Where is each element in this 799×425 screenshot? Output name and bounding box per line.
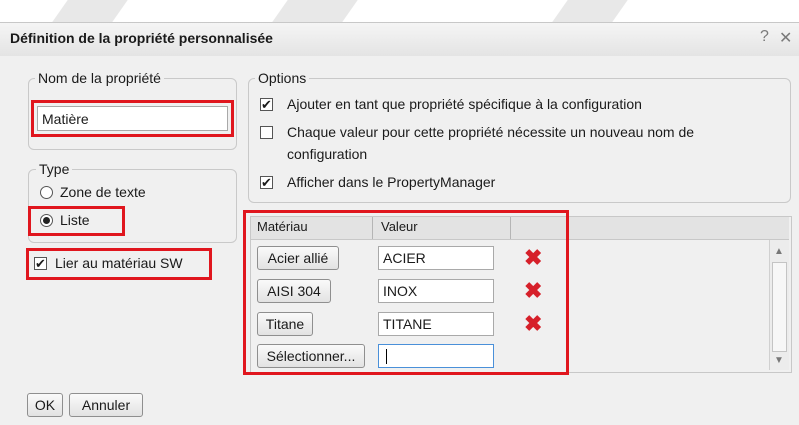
link-material-checkbox[interactable]: ✔ (34, 257, 47, 270)
radio-liste-label: Liste (60, 212, 90, 228)
cancel-button[interactable]: Annuler (69, 393, 143, 417)
option-new-config-label-line2: configuration (287, 146, 368, 162)
background-stripe (552, 0, 628, 22)
option-config-specific-label: Ajouter en tant que propriété spécifique… (287, 96, 642, 112)
scroll-up-icon[interactable]: ▲ (774, 246, 784, 257)
type-group-legend: Type (36, 161, 73, 177)
option-config-specific-checkbox[interactable]: ✔ (260, 98, 273, 111)
background-stripe (272, 0, 358, 22)
options-group-legend: Options (255, 70, 310, 86)
option-new-config-checkbox[interactable] (260, 126, 273, 139)
radio-zone-texte-label: Zone de texte (60, 184, 146, 200)
option-new-config-label: Chaque valeur pour cette propriété néces… (287, 124, 695, 140)
close-icon[interactable]: ✕ (779, 28, 792, 48)
scroll-down-icon[interactable]: ▼ (774, 355, 784, 366)
radio-liste[interactable] (40, 214, 53, 227)
background-stripe (52, 0, 128, 22)
name-group-legend: Nom de la propriété (35, 70, 164, 86)
link-material-label: Lier au matériau SW (55, 255, 183, 271)
option-propertymanager-label: Afficher dans le PropertyManager (287, 174, 496, 190)
dialog-title: Définition de la propriété personnalisée (10, 30, 273, 46)
scrollbar-thumb[interactable] (772, 262, 787, 352)
ok-button[interactable]: OK (27, 393, 63, 417)
option-propertymanager-checkbox[interactable]: ✔ (260, 176, 273, 189)
radio-zone-texte[interactable] (40, 186, 53, 199)
grid-highlight (243, 210, 569, 375)
property-name-input[interactable]: Matière (37, 106, 228, 131)
help-icon[interactable]: ? (760, 28, 769, 46)
